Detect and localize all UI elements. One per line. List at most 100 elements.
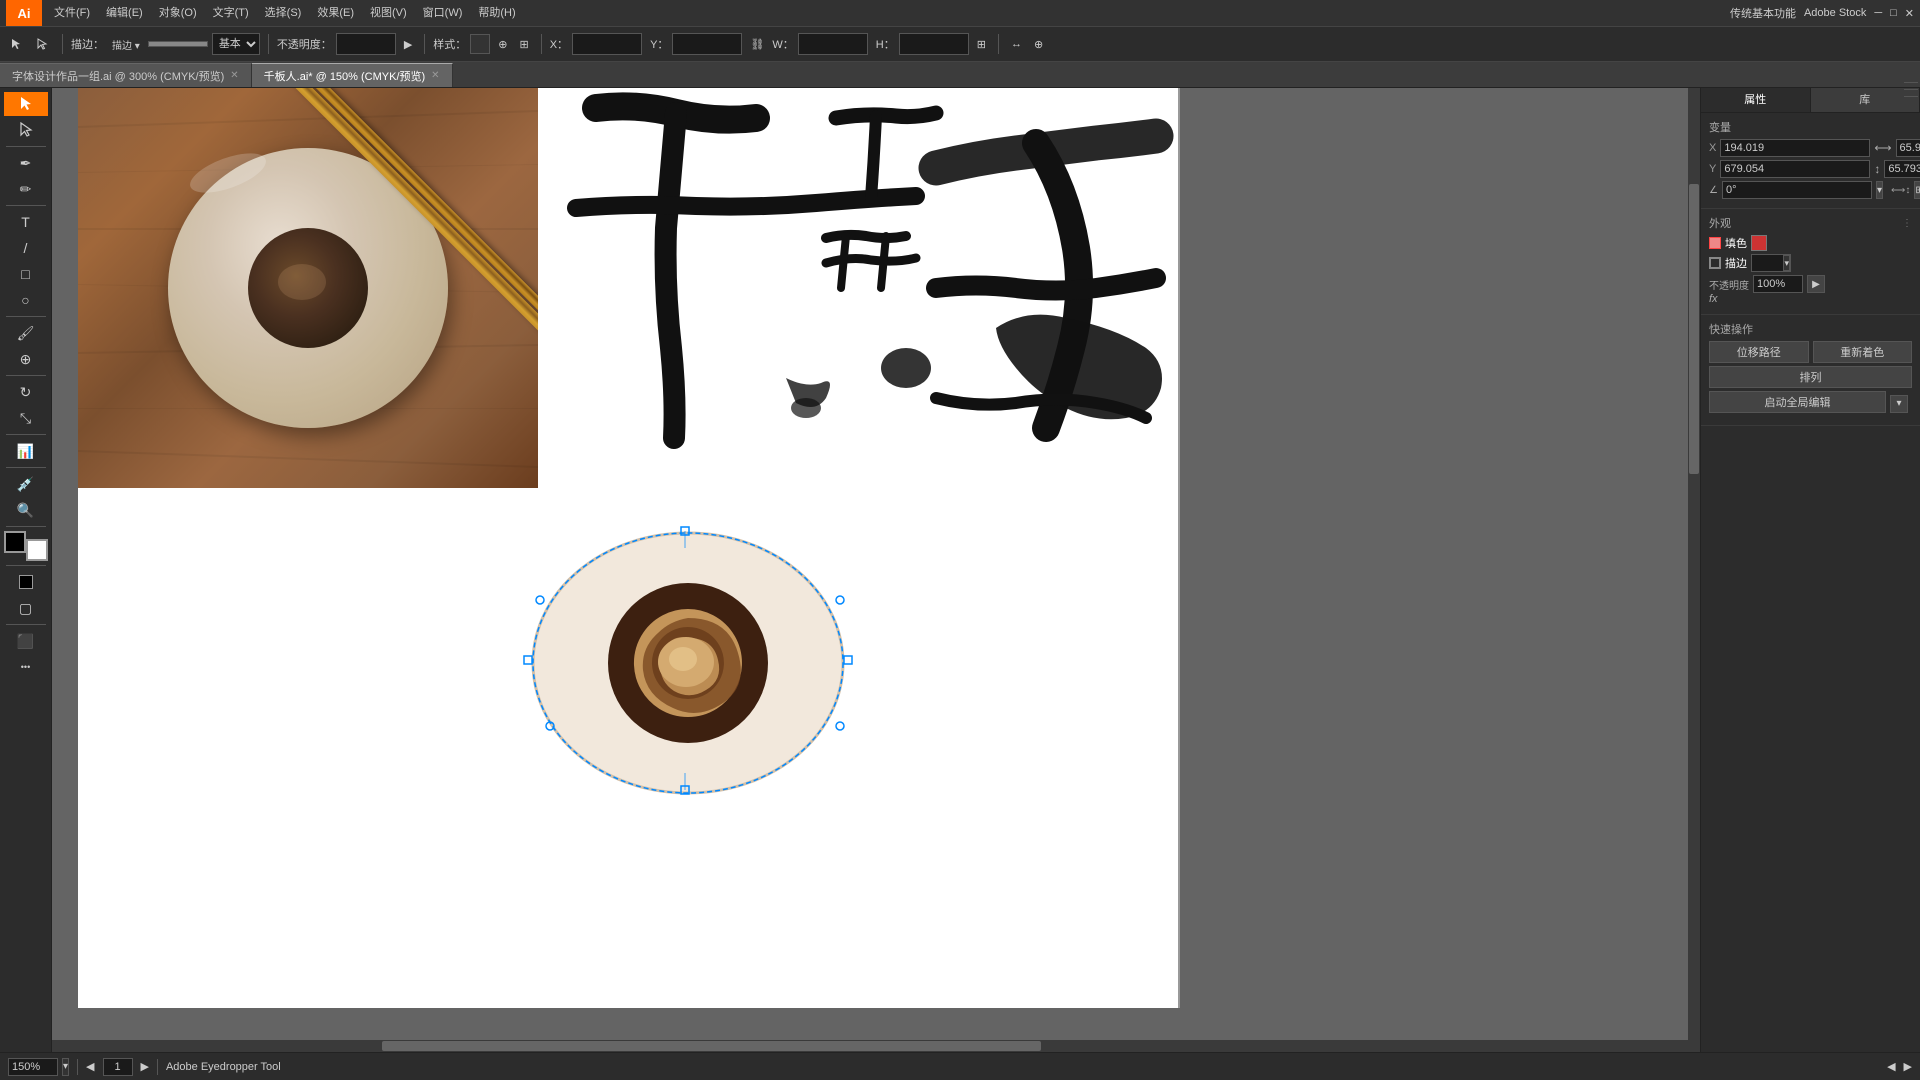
status-bar: ▾ ◀ ▶ Adobe Eyedropper Tool ◀ ▶ [0, 1052, 1920, 1080]
flip-options-btn[interactable]: ⊞ [1914, 181, 1920, 199]
recolor-btn[interactable]: 重新着色 [1813, 341, 1913, 363]
global-edit-btn[interactable]: 启动全局编辑 [1709, 391, 1886, 413]
selection-tool[interactable] [4, 92, 48, 116]
h-scrollbar-thumb[interactable] [382, 1041, 1041, 1051]
y-input[interactable]: 679.054 [672, 33, 742, 55]
pen-tool[interactable]: ✒ [4, 151, 48, 175]
zoom-tool[interactable]: 🔍 [4, 498, 48, 522]
stroke-mode-btn[interactable]: 描边 ▾ [108, 31, 144, 57]
page-number-input[interactable] [103, 1058, 133, 1076]
h-coord-input[interactable] [1884, 160, 1920, 178]
arrange-btn[interactable]: 排列 [1709, 366, 1912, 388]
tab-0[interactable]: 字体设计作品一组.ai @ 300% (CMYK/预览) ✕ [0, 63, 252, 87]
style-label: 样式： [433, 36, 466, 52]
ellipse-tool[interactable]: ○ [4, 288, 48, 312]
prev-page-btn[interactable]: ◀ [86, 1060, 94, 1073]
toolbox-sep-4 [6, 375, 46, 376]
h-input[interactable]: 65.793 m [899, 33, 969, 55]
pencil-tool[interactable]: ✏ [4, 177, 48, 201]
fill-swatch[interactable] [1751, 235, 1767, 251]
type-tool[interactable]: T [4, 210, 48, 234]
window-minimize[interactable]: ─ [1874, 7, 1882, 19]
opacity-input[interactable]: 100% [336, 33, 396, 55]
align-btn[interactable]: ↔ [1007, 31, 1026, 57]
menu-edit[interactable]: 编辑(E) [98, 0, 151, 26]
stroke-indicator[interactable] [1709, 257, 1721, 269]
x-coord-input[interactable] [1720, 139, 1870, 157]
view-modes-btn[interactable]: ▢ [4, 596, 48, 620]
canvas-v-scrollbar[interactable] [1688, 88, 1700, 1052]
menu-view[interactable]: 视图(V) [362, 0, 415, 26]
opacity-expand-arrow[interactable]: ▶ [1807, 275, 1825, 293]
menu-select[interactable]: 选择(S) [257, 0, 310, 26]
stroke-expand-btn[interactable]: ▾ [1783, 255, 1790, 271]
w-input[interactable]: 65.953 m [798, 33, 868, 55]
tab-bar: 字体设计作品一组.ai @ 300% (CMYK/预览) ✕ 千板人.ai* @… [0, 62, 1920, 88]
tab-0-close[interactable]: ✕ [230, 70, 238, 81]
window-close[interactable]: ✕ [1905, 7, 1914, 20]
menu-effect[interactable]: 效果(E) [309, 0, 362, 26]
appearance-expand[interactable]: ⋮ [1902, 218, 1912, 229]
blob-brush-tool[interactable]: ⊕ [4, 347, 48, 371]
logo-vector[interactable] [498, 508, 878, 808]
next-page-btn[interactable]: ▶ [141, 1060, 149, 1073]
canvas-h-scrollbar[interactable] [52, 1040, 1700, 1052]
direct-select-tool[interactable] [4, 118, 48, 142]
offset-path-btn[interactable]: 位移路径 [1709, 341, 1809, 363]
stroke-preview [148, 41, 208, 47]
screen-mode-btn[interactable]: ⬛ [4, 629, 48, 653]
arrange-icon-btn[interactable]: ⊞ [516, 31, 533, 57]
opacity-display-input[interactable] [1753, 275, 1803, 293]
tool-name-display: Adobe Eyedropper Tool [166, 1061, 281, 1073]
zoom-dropdown-btn[interactable]: ▾ [62, 1058, 69, 1076]
w-coord-input[interactable] [1896, 139, 1920, 157]
link-dimensions-btn[interactable]: ⛓ [746, 31, 768, 57]
panel-tab-properties[interactable]: 属性 [1701, 88, 1811, 112]
panel-collapse-icons [1902, 80, 1920, 99]
y-coord-input[interactable] [1720, 160, 1870, 178]
style-swatch[interactable] [470, 34, 490, 54]
y-icon: ↕ [1874, 162, 1880, 176]
transform-options-btn[interactable]: ⊞ [973, 31, 990, 57]
direct-select-btn[interactable] [32, 31, 54, 57]
pathfinder-btn[interactable]: ⊕ [1030, 31, 1047, 57]
eyedropper-tool[interactable]: 💉 [4, 472, 48, 496]
angle-down-btn[interactable]: ▾ [1876, 181, 1883, 199]
paintbrush-tool[interactable]: 🖌 [4, 321, 48, 345]
select-tool-btn[interactable] [6, 31, 28, 57]
stroke-value[interactable]: ▾ [1751, 254, 1791, 272]
menu-window[interactable]: 窗口(W) [415, 0, 471, 26]
x-input[interactable]: 194.019 [572, 33, 642, 55]
rotate-tool[interactable]: ↻ [4, 380, 48, 404]
artboard-right-edge [1178, 88, 1180, 1008]
global-edit-expand[interactable]: ▾ [1890, 395, 1908, 413]
menu-type[interactable]: 文字(T) [205, 0, 257, 26]
v-scrollbar-thumb[interactable] [1689, 184, 1699, 473]
rect-tool[interactable]: □ [4, 262, 48, 286]
blend-mode-select[interactable]: 基本 [212, 33, 260, 55]
fill-stroke-btn[interactable] [4, 570, 48, 594]
graph-tool[interactable]: 📊 [4, 439, 48, 463]
background-color[interactable] [26, 539, 48, 561]
scroll-right-btn[interactable]: ▶ [1904, 1060, 1912, 1073]
line-tool[interactable]: / [4, 236, 48, 260]
scale-tool[interactable]: ⤡ [4, 406, 48, 430]
tab-1[interactable]: 千板人.ai* @ 150% (CMYK/预览) ✕ [252, 63, 453, 87]
opacity-expand-btn[interactable]: ▶ [400, 31, 416, 57]
color-pair[interactable] [4, 531, 48, 561]
menu-file[interactable]: 文件(F) [46, 0, 98, 26]
zoom-input[interactable] [8, 1058, 58, 1076]
scroll-left-btn[interactable]: ◀ [1887, 1060, 1895, 1073]
canvas-area[interactable] [52, 88, 1700, 1052]
fill-indicator[interactable] [1709, 237, 1721, 249]
menu-object[interactable]: 对象(O) [151, 0, 205, 26]
foreground-color[interactable] [4, 531, 26, 553]
tab-1-close[interactable]: ✕ [431, 70, 439, 81]
photo-bowl [78, 88, 538, 488]
style-options-btn[interactable]: ⊕ [494, 31, 511, 57]
more-tools-btn[interactable]: ••• [4, 655, 48, 679]
angle-input[interactable] [1722, 181, 1872, 199]
status-sep-2 [157, 1059, 158, 1075]
menu-help[interactable]: 帮助(H) [470, 0, 523, 26]
window-maximize[interactable]: □ [1890, 7, 1897, 19]
